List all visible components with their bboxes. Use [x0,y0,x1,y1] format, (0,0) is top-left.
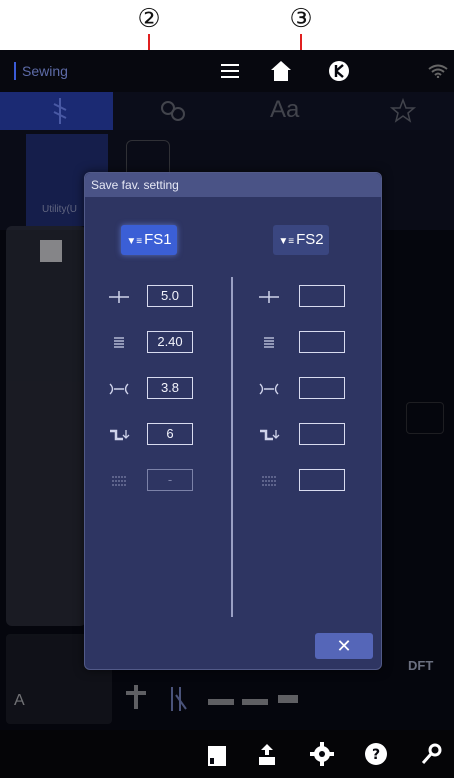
column-divider [231,277,233,617]
fs2-label: FS2 [296,231,324,248]
fs1-dual-feed-value: - [147,469,193,491]
stitch-width-icon [259,291,279,303]
fs1-stitch-length-value: 2.40 [147,331,193,353]
callout-3: ③ [289,4,313,34]
fs2-tension-value [299,377,345,399]
thread-tension-icon [109,383,129,395]
stitch-icon [53,98,67,124]
fs2-stitch-width-value [299,285,345,307]
home-icon[interactable] [270,60,292,82]
dialog-title: Save fav. setting [85,173,381,197]
sewing-mode-icon[interactable] [328,60,350,82]
fs2-button[interactable]: ▼≡ FS2 [273,225,329,255]
app-title: Sewing [14,62,68,80]
fs2-dual-feed-value [299,469,345,491]
wifi-icon [428,64,448,78]
presser-foot-pressure-icon [110,429,130,441]
help-icon[interactable]: ? [364,742,388,766]
tab-alphabet[interactable]: Aa [226,92,339,130]
dual-feed-icon [262,476,276,486]
top-bar: Sewing [0,50,454,92]
stitch-width-icon [109,291,129,303]
settings-icon[interactable] [310,742,334,766]
bottom-toolbar: ? [0,730,454,778]
svg-text:?: ? [372,747,380,763]
thread-tension-icon [259,383,279,395]
favorite-setting-icon: ▼≡ [278,236,295,247]
dual-feed-icon [112,476,126,486]
alphabet-icon: Aa [270,96,300,123]
fs2-stitch-length-value [299,331,345,353]
needle-position-panel [6,226,86,626]
decorative-stitch-icon [161,101,185,121]
fs1-button[interactable]: ▼≡ FS1 [121,225,177,255]
favorite-setting-icon: ▼≡ [126,236,143,247]
stitch-tile-label: Utility(U [42,204,77,215]
expand-button[interactable] [406,402,444,434]
favorites-icon [389,97,417,123]
tab-favorites[interactable] [339,92,452,130]
fs1-tension-value: 3.8 [147,377,193,399]
fs1-stitch-width-value: 5.0 [147,285,193,307]
stitch-length-icon [264,337,274,348]
callout-2: ② [137,4,161,34]
fs1-foot-pressure-value: 6 [147,423,193,445]
fs1-label: FS1 [144,231,172,248]
machine-screen: Sewing Aa Utility(U A DFT ? Save fav. se… [0,50,454,778]
save-favorite-dialog: Save fav. setting ▼≡ FS1 ▼≡ FS2 5.0 2.40 3… [84,172,382,670]
close-button[interactable]: ✕ [315,633,373,659]
stitch-length-icon [114,337,124,348]
foot-letter: A [14,692,25,709]
tab-decorative[interactable] [113,92,226,130]
menu-icon[interactable] [220,62,240,80]
machine-info-icon[interactable] [206,744,228,768]
presser-foot-icon [126,685,298,711]
category-tabs: Aa [0,92,454,130]
tools-icon[interactable] [420,742,444,766]
export-icon[interactable] [256,742,278,766]
tab-utility[interactable] [0,92,113,130]
presser-foot-pressure-icon [260,429,280,441]
fs2-foot-pressure-value [299,423,345,445]
needle-up-icon[interactable] [40,240,62,262]
